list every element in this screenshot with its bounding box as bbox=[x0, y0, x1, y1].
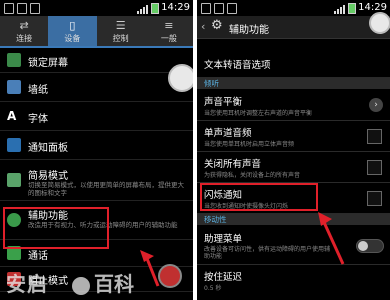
tts-options-item[interactable]: 文本转语音选项 bbox=[197, 49, 390, 78]
page-title: 辅助功能 bbox=[229, 25, 269, 36]
battery-icon bbox=[151, 3, 159, 14]
tab-general[interactable]: ≡ 一般 bbox=[145, 16, 193, 46]
notification-icons bbox=[201, 3, 237, 14]
signal-icon bbox=[137, 5, 148, 14]
red-arrow-icon bbox=[318, 212, 345, 265]
assistant-menu-button[interactable] bbox=[168, 64, 193, 92]
phone-icon: ▯ bbox=[69, 19, 76, 32]
flash-notification-checkbox[interactable] bbox=[367, 191, 382, 206]
assistant-menu-item[interactable]: 助理菜单 改善设备可访问性，供有运动障碍的用户使用辅助功能 bbox=[197, 226, 390, 265]
watermark-left: 安启 bbox=[6, 272, 48, 296]
title-bar: ‹ ⚙ 辅助功能 bbox=[197, 16, 390, 39]
chevron-right-icon: › bbox=[369, 98, 383, 112]
notification-icons bbox=[4, 3, 40, 14]
sound-balance-item[interactable]: 声音平衡 当您使用耳机时调整左右声道的声音平衡 › bbox=[197, 90, 390, 121]
assistant-menu-toggle[interactable] bbox=[356, 239, 384, 253]
status-bar: 14:29 bbox=[0, 0, 193, 16]
tab-controls[interactable]: ☰ 控制 bbox=[97, 16, 145, 46]
signal-icon bbox=[334, 5, 345, 14]
list-item-wallpaper[interactable]: 墙纸 bbox=[0, 73, 193, 102]
watermark-logo-icon bbox=[72, 277, 90, 295]
section-mobility: 移动性 bbox=[197, 214, 390, 225]
settings-tabs: ⇄ 连接 ▯ 设备 ☰ 控制 ≡ 一般 bbox=[0, 16, 193, 48]
system-icons bbox=[334, 3, 356, 14]
font-icon: A bbox=[7, 109, 17, 123]
highlight-box bbox=[3, 207, 109, 249]
tab-connections[interactable]: ⇄ 连接 bbox=[0, 16, 48, 46]
system-icons bbox=[137, 3, 159, 14]
list-item-font[interactable]: A 字体 bbox=[0, 102, 193, 131]
mono-audio-item[interactable]: 单声道音频 当您使用单耳机时启用立体声音频 bbox=[197, 121, 390, 152]
lock-screen-icon bbox=[7, 53, 21, 67]
gear-icon: ⚙ bbox=[211, 18, 223, 33]
notification-panel-icon bbox=[7, 138, 21, 152]
settings-list: 锁定屏幕 墙纸 A 字体 通知面板 简易模式 切换至简易模式，以使用更简单的屏幕… bbox=[0, 48, 193, 292]
sliders-icon: ☰ bbox=[115, 19, 126, 32]
battery-icon bbox=[348, 3, 356, 14]
highlight-box bbox=[200, 183, 318, 211]
easy-mode-icon bbox=[7, 173, 21, 187]
menu-icon: ≡ bbox=[164, 19, 174, 32]
list-item-notification-panel[interactable]: 通知面板 bbox=[0, 131, 193, 160]
right-screenshot: 14:29 ‹ ⚙ 辅助功能 文本转语音选项 倾听 声音平衡 当您使用耳机时调整… bbox=[197, 0, 390, 300]
turn-off-sounds-checkbox[interactable] bbox=[367, 160, 382, 175]
status-bar: 14:29 bbox=[197, 0, 390, 16]
wallpaper-icon bbox=[7, 80, 21, 94]
watermark-right: 百科 bbox=[94, 272, 134, 296]
floating-button[interactable] bbox=[158, 264, 182, 288]
arrows-icon: ⇄ bbox=[19, 19, 29, 32]
turn-off-all-sounds-item[interactable]: 关闭所有声音 为获得隐私，关闭设备上的所有声音 bbox=[197, 152, 390, 183]
status-time: 14:29 bbox=[161, 2, 190, 13]
assistant-menu-button[interactable] bbox=[369, 12, 390, 34]
back-icon[interactable]: ‹ bbox=[201, 20, 205, 33]
tap-hold-delay-item[interactable]: 按住延迟 0.5 秒 bbox=[197, 265, 390, 300]
list-item-easy-mode[interactable]: 简易模式 切换至简易模式，以使用更简单的屏幕布局，提供更大的图标和文字 bbox=[0, 160, 193, 201]
section-hearing: 倾听 bbox=[197, 78, 390, 89]
mono-audio-checkbox[interactable] bbox=[367, 129, 382, 144]
tab-device[interactable]: ▯ 设备 bbox=[48, 16, 97, 46]
left-screenshot: 14:29 ⇄ 连接 ▯ 设备 ☰ 控制 ≡ 一般 锁定屏幕 墙纸 A 字体 通… bbox=[0, 0, 193, 300]
list-item-lock-screen[interactable]: 锁定屏幕 bbox=[0, 48, 193, 73]
